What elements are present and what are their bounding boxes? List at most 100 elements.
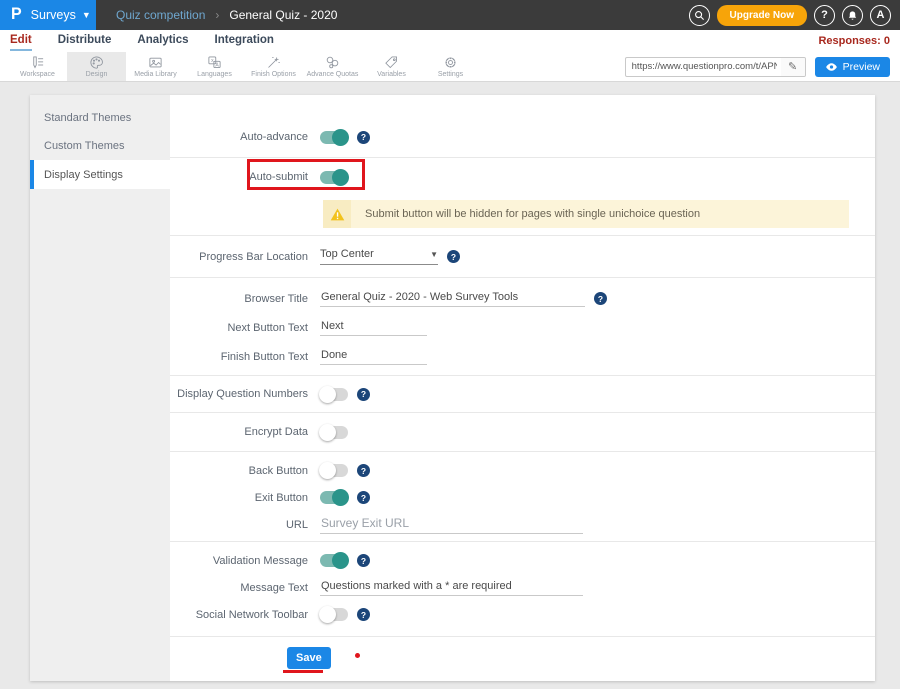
help-button[interactable]: ? [814,5,835,26]
toolbar-item-advance-quotas[interactable]: Advance Quotas [303,52,362,81]
chevron-down-icon: ▼ [82,10,91,20]
sidebar-item-standard-themes[interactable]: Standard Themes [30,104,170,132]
toolbar-label: Media Library [134,71,176,78]
validation-message-help-icon[interactable]: ? [357,554,370,567]
back-button-toggle[interactable] [320,464,348,477]
toolbar-label: Variables [377,71,406,78]
languages-icon: xA [207,55,222,70]
responses-count[interactable]: Responses: 0 [818,35,900,47]
topbar: P Surveys ▼ Quiz competition › General Q… [0,0,900,30]
survey-nav-tabs: Edit Distribute Analytics Integration Re… [0,30,900,52]
breadcrumb: Quiz competition › General Quiz - 2020 [116,8,337,22]
back-button-label: Back Button [170,465,308,477]
encrypt-data-toggle[interactable] [320,426,348,439]
browser-title-help-icon[interactable]: ? [594,292,607,305]
toolbar-label: Workspace [20,71,55,78]
next-button-text-label: Next Button Text [170,322,308,334]
toolbar-item-settings[interactable]: Settings [421,52,480,81]
surveys-menu[interactable]: P Surveys ▼ [0,0,96,30]
finish-button-text-label: Finish Button Text [170,351,308,363]
exit-button-toggle[interactable] [320,491,348,504]
back-button-help-icon[interactable]: ? [357,464,370,477]
tab-analytics[interactable]: Analytics [137,31,188,51]
validation-message-label: Validation Message [170,555,308,567]
progress-bar-location-row: Progress Bar Location Top Center ▼ ? [170,248,875,265]
tab-integration[interactable]: Integration [215,31,274,51]
exit-button-label: Exit Button [170,492,308,504]
search-button[interactable] [689,5,710,26]
message-text-input[interactable] [320,580,583,596]
sidebar-item-custom-themes[interactable]: Custom Themes [30,132,170,160]
auto-advance-help-icon[interactable]: ? [357,131,370,144]
account-avatar[interactable]: A [870,5,891,26]
toggle-knob [319,462,336,479]
toolbar-label: Settings [438,71,463,78]
toolbar-label: Finish Options [251,71,296,78]
survey-url-field: ✎ [625,57,806,77]
display-question-numbers-toggle[interactable] [320,388,348,401]
toggle-knob [319,424,336,441]
design-palette-icon [89,55,104,70]
toolbar-right: ✎ Preview [625,52,900,81]
toolbar-item-design[interactable]: Design [67,52,126,81]
next-button-text-row: Next Button Text [170,313,875,342]
bell-icon [847,10,858,21]
validation-message-row: Validation Message ? [170,547,875,574]
social-network-toolbar-toggle[interactable] [320,608,348,621]
finish-button-text-input[interactable] [320,349,427,365]
encrypt-data-label: Encrypt Data [170,426,308,438]
edit-toolbar: Workspace Design Media Library xA Langua… [0,52,900,82]
browser-title-label: Browser Title [170,293,308,305]
social-network-toolbar-help-icon[interactable]: ? [357,608,370,621]
auto-submit-toggle[interactable] [320,171,348,184]
browser-title-row: Browser Title ? [170,284,875,313]
auto-advance-toggle[interactable] [320,131,348,144]
preview-button[interactable]: Preview [815,57,890,77]
toolbar-item-finish-options[interactable]: Finish Options [244,52,303,81]
browser-title-input[interactable] [320,291,585,307]
message-text-row: Message Text [170,574,875,601]
progress-bar-location-label: Progress Bar Location [170,251,308,263]
exit-url-input[interactable] [320,516,583,534]
toolbar-item-workspace[interactable]: Workspace [8,52,67,81]
progress-bar-location-select[interactable]: Top Center ▼ [320,248,438,265]
toggle-knob [319,386,336,403]
warning-text: Submit button will be hidden for pages w… [351,200,849,228]
surveys-menu-label: Surveys [31,8,76,22]
tab-distribute[interactable]: Distribute [58,31,112,51]
toolbar-item-languages[interactable]: xA Languages [185,52,244,81]
toolbar-label: Languages [197,71,232,78]
encrypt-data-row: Encrypt Data [170,426,875,439]
display-question-numbers-label: Display Question Numbers [170,388,308,400]
message-text-label: Message Text [170,582,308,594]
edit-url-pencil-icon[interactable]: ✎ [781,58,805,76]
save-button[interactable]: Save [287,647,331,669]
back-button-row: Back Button ? [170,457,875,484]
eye-icon [825,62,838,72]
upgrade-now-button[interactable]: Upgrade Now [717,5,807,26]
display-question-numbers-help-icon[interactable]: ? [357,388,370,401]
questionpro-logo: P [11,7,22,24]
progress-bar-help-icon[interactable]: ? [447,250,460,263]
toolbar-item-variables[interactable]: Variables [362,52,421,81]
notifications-button[interactable] [842,5,863,26]
breadcrumb-folder[interactable]: Quiz competition [116,8,205,22]
warning-triangle-icon [323,200,351,228]
toolbar-item-media-library[interactable]: Media Library [126,52,185,81]
sidebar-item-display-settings[interactable]: Display Settings [30,160,170,189]
chevron-down-icon: ▼ [430,250,438,259]
validation-message-toggle[interactable] [320,554,348,567]
themes-sidebar: Standard Themes Custom Themes Display Se… [30,95,170,681]
finish-button-text-row: Finish Button Text [170,342,875,371]
exit-button-help-icon[interactable]: ? [357,491,370,504]
auto-submit-label: Auto-submit [170,171,308,183]
exit-button-row: Exit Button ? [170,484,875,511]
avatar-initial: A [877,9,885,21]
survey-url-input[interactable] [626,61,781,72]
next-button-text-input[interactable] [320,320,427,336]
tab-edit[interactable]: Edit [10,31,32,51]
chain-link-icon [325,55,340,70]
toggle-knob [319,606,336,623]
toggle-knob [332,169,349,186]
page-body: Standard Themes Custom Themes Display Se… [0,82,900,689]
